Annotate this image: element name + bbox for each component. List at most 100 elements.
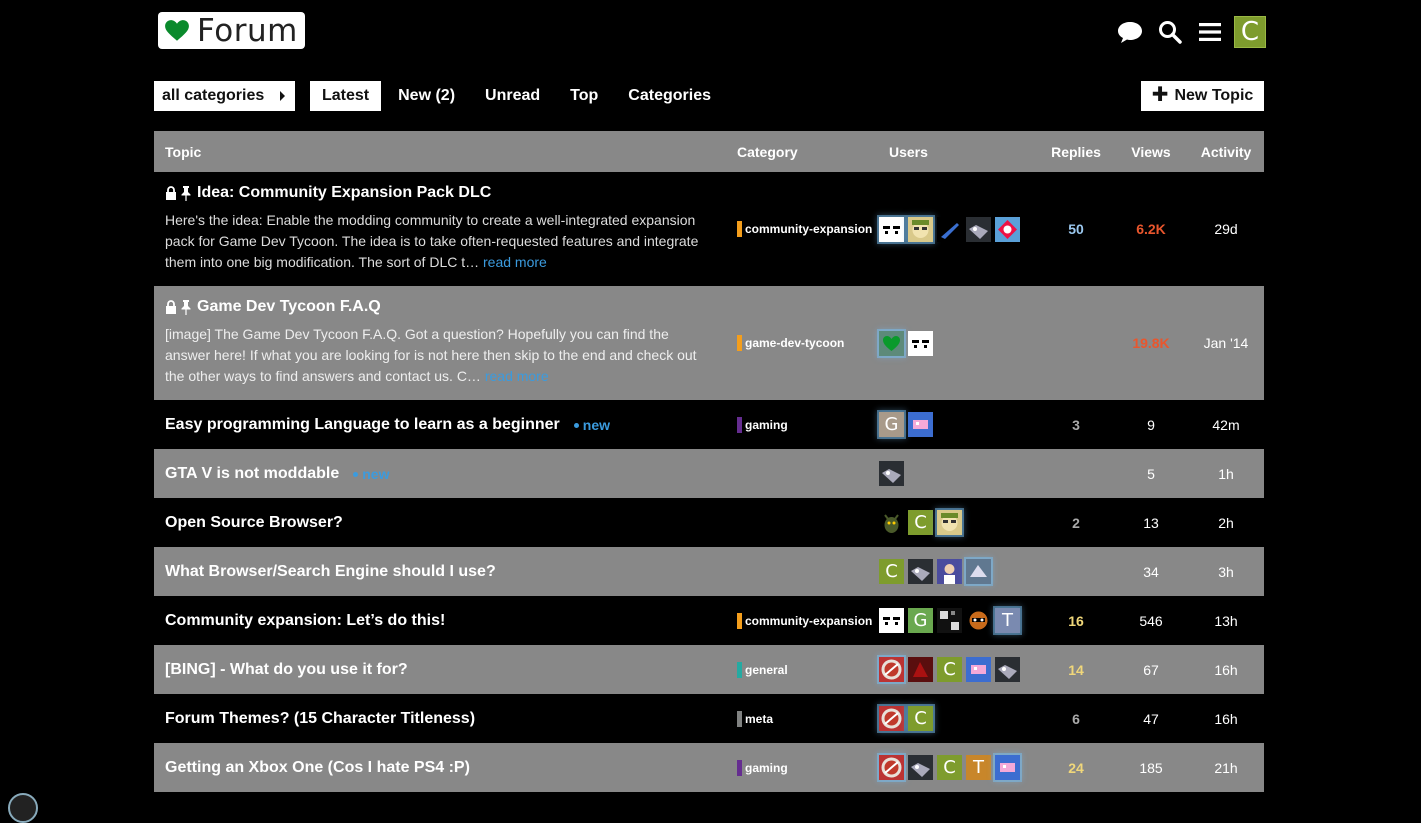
activity-time[interactable]: 2h	[1188, 515, 1264, 531]
new-topic-button[interactable]: ✚ New Topic	[1141, 81, 1264, 111]
replies-count[interactable]: 16	[1038, 613, 1114, 629]
new-badge-label: new	[362, 465, 390, 482]
category-dropdown[interactable]: all categories	[154, 81, 295, 111]
avatar[interactable]	[908, 330, 933, 356]
category-color-bar	[737, 661, 742, 678]
hamburger-icon[interactable]	[1190, 15, 1230, 49]
header-replies[interactable]: Replies	[1038, 144, 1114, 160]
avatar[interactable]	[937, 608, 962, 633]
tab-categories[interactable]: Categories	[615, 81, 724, 111]
read-more-link[interactable]: read more	[485, 368, 549, 384]
category-name: general	[745, 662, 788, 677]
category-badge[interactable]: community-expansion	[737, 221, 877, 237]
avatar[interactable]	[937, 510, 962, 535]
activity-time[interactable]: 29d	[1188, 221, 1264, 237]
new-topic-label: New Topic	[1174, 87, 1254, 104]
activity-time[interactable]: 21h	[1188, 760, 1264, 776]
table-row: Game Dev Tycoon F.A.Q [image] The Game D…	[154, 286, 1264, 400]
category-badge[interactable]: gaming	[737, 416, 877, 433]
new-badge[interactable]: new	[353, 466, 389, 482]
activity-time[interactable]: 1h	[1188, 466, 1264, 482]
avatar[interactable]: C	[908, 706, 933, 731]
avatar[interactable]	[995, 216, 1020, 242]
avatar[interactable]	[937, 216, 962, 242]
replies-count[interactable]: 50	[1038, 221, 1114, 237]
replies-count[interactable]: 14	[1038, 662, 1114, 678]
activity-time[interactable]: 16h	[1188, 711, 1264, 727]
activity-time[interactable]: Jan '14	[1188, 335, 1264, 351]
category-badge[interactable]: meta	[737, 710, 877, 727]
avatar[interactable]	[966, 657, 991, 682]
new-badge[interactable]: new	[573, 416, 610, 433]
topic-title-link[interactable]: Easy programming Language to learn as a …	[165, 416, 560, 434]
header-topic[interactable]: Topic	[154, 144, 725, 160]
activity-time[interactable]: 13h	[1188, 613, 1264, 629]
category-badge[interactable]: gaming	[737, 759, 877, 776]
avatar[interactable]	[937, 559, 962, 584]
header-views[interactable]: Views	[1114, 144, 1188, 160]
avatar[interactable]	[966, 559, 991, 584]
topic-title-link[interactable]: [BING] - What do you use it for?	[165, 661, 408, 679]
header-activity[interactable]: Activity	[1188, 144, 1264, 160]
avatar[interactable]	[908, 412, 933, 437]
avatar[interactable]	[908, 559, 933, 584]
avatar[interactable]	[879, 755, 904, 780]
avatar[interactable]	[879, 706, 904, 731]
avatar[interactable]	[879, 461, 904, 486]
avatar[interactable]: C	[937, 755, 962, 780]
tab-latest[interactable]: Latest	[310, 81, 382, 111]
replies-count[interactable]: 2	[1038, 515, 1114, 531]
replies-count[interactable]: 6	[1038, 711, 1114, 727]
tab-unread[interactable]: Unread	[472, 81, 553, 111]
tab-new[interactable]: New (2)	[385, 81, 468, 111]
read-more-link[interactable]: read more	[483, 254, 547, 270]
avatar[interactable]	[879, 330, 904, 356]
lock-icon	[166, 186, 176, 200]
search-icon[interactable]	[1150, 15, 1190, 49]
topic-title-link[interactable]: Community expansion: Let’s do this!	[165, 612, 445, 630]
activity-time[interactable]: 42m	[1188, 417, 1264, 433]
avatar[interactable]	[995, 755, 1020, 780]
avatar[interactable]	[908, 657, 933, 682]
header-category[interactable]: Category	[725, 144, 877, 160]
forum-logo[interactable]: Forum	[158, 12, 305, 49]
avatar[interactable]: C	[908, 510, 933, 535]
topic-title-link[interactable]: Open Source Browser?	[165, 514, 343, 532]
avatar[interactable]: C	[937, 657, 962, 682]
topic-title-link[interactable]: What Browser/Search Engine should I use?	[165, 563, 496, 581]
current-user-avatar[interactable]: C	[1234, 16, 1266, 48]
table-row: Community expansion: Let’s do this! comm…	[154, 596, 1264, 645]
topic-title-link[interactable]: Game Dev Tycoon F.A.Q	[197, 298, 381, 316]
category-badge[interactable]: general	[737, 661, 877, 678]
floating-bubble[interactable]	[8, 793, 38, 823]
avatar[interactable]	[966, 216, 991, 242]
avatar[interactable]	[908, 216, 933, 242]
topic-title-link[interactable]: Idea: Community Expansion Pack DLC	[197, 184, 491, 202]
topic-title-link[interactable]: Forum Themes? (15 Character Titleness)	[165, 710, 475, 728]
avatar[interactable]: T	[966, 755, 991, 780]
replies-count[interactable]: 3	[1038, 417, 1114, 433]
chat-icon[interactable]	[1110, 15, 1150, 49]
new-badge-label: new	[582, 416, 610, 433]
avatar[interactable]: G	[908, 608, 933, 633]
avatar[interactable]	[879, 216, 904, 242]
table-row: What Browser/Search Engine should I use?…	[154, 547, 1264, 596]
topic-title-link[interactable]: GTA V is not moddable	[165, 465, 339, 483]
activity-time[interactable]: 16h	[1188, 662, 1264, 678]
avatar[interactable]	[908, 755, 933, 780]
replies-count[interactable]: 24	[1038, 760, 1114, 776]
avatar[interactable]	[879, 657, 904, 682]
activity-time[interactable]: 3h	[1188, 564, 1264, 580]
avatar[interactable]: G	[879, 412, 904, 437]
avatar[interactable]: C	[879, 559, 904, 584]
category-color-bar	[737, 710, 742, 727]
avatar[interactable]	[879, 510, 904, 535]
avatar[interactable]	[966, 608, 991, 633]
category-badge[interactable]: game-dev-tycoon	[737, 335, 877, 351]
tab-top[interactable]: Top	[557, 81, 611, 111]
category-badge[interactable]: community-expansion	[737, 612, 877, 629]
avatar[interactable]	[879, 608, 904, 633]
avatar[interactable]: T	[995, 608, 1020, 633]
avatar[interactable]	[995, 657, 1020, 682]
topic-title-link[interactable]: Getting an Xbox One (Cos I hate PS4 :P)	[165, 759, 470, 777]
